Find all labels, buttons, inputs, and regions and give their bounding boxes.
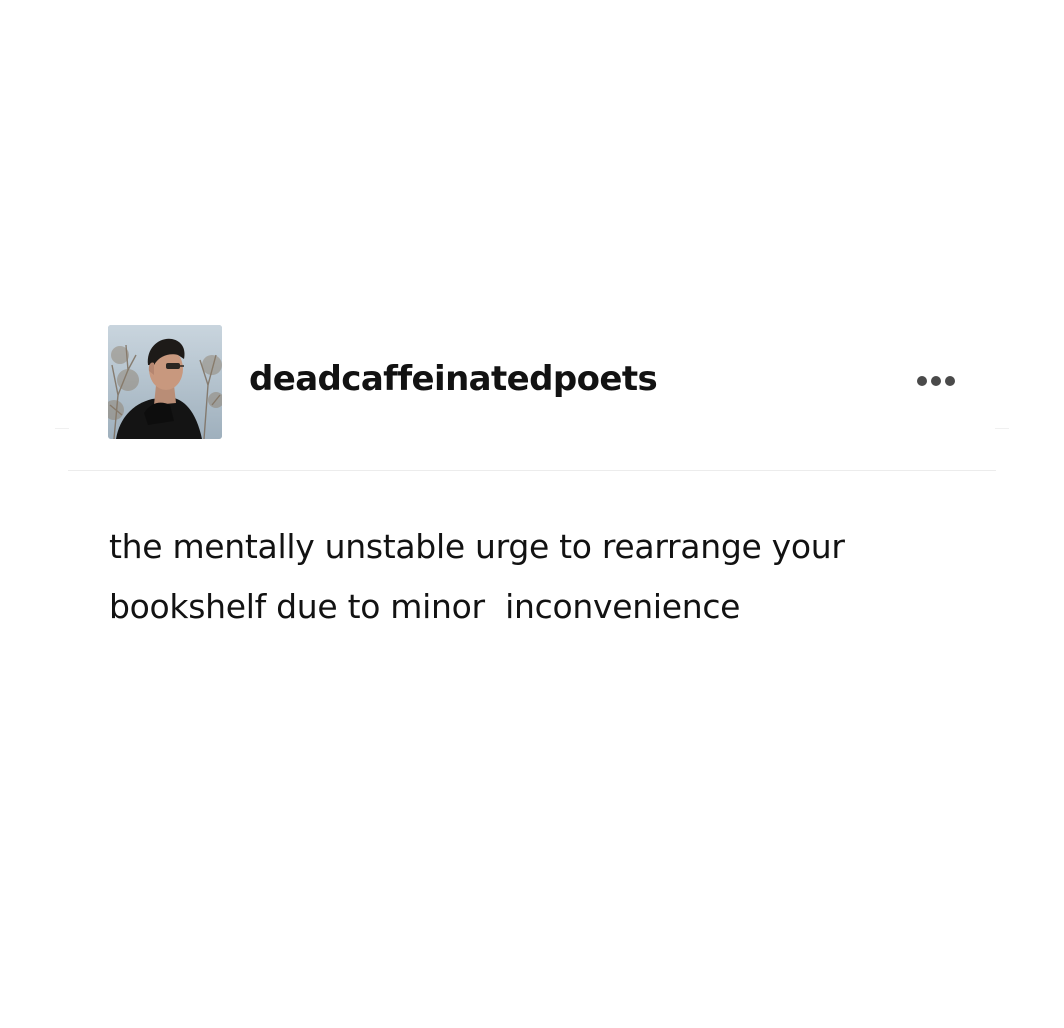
header-edge-line [995,428,1009,429]
avatar-photo-icon [108,325,222,439]
tumblr-post: deadcaffeinatedpoets the mentally unstab… [0,0,1064,1028]
avatar[interactable] [108,325,222,439]
post-username[interactable]: deadcaffeinatedpoets [249,359,658,399]
menu-dot [945,376,955,386]
menu-dot [917,376,927,386]
more-options-icon[interactable] [910,370,962,392]
post-header: deadcaffeinatedpoets [108,325,968,440]
menu-dot [931,376,941,386]
header-divider [68,470,996,471]
post-body: the mentally unstable urge to rearrange … [109,517,989,637]
post-text-line: the mentally unstable urge to rearrange … [109,527,845,566]
header-edge-line [55,428,69,429]
post-text-line: bookshelf due to minor inconvenience [109,587,741,626]
